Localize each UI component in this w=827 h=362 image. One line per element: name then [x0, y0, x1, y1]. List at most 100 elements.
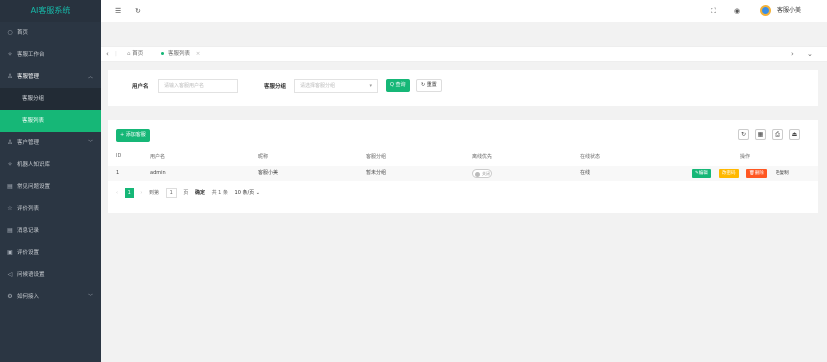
column-header-offline-priority: 离线优先 — [472, 154, 493, 160]
username-input[interactable]: 请输入客服用户名 — [158, 79, 238, 93]
edit-button[interactable]: ✎编辑 — [692, 169, 711, 178]
tab-home[interactable]: ⌂ 首页 — [127, 47, 143, 62]
sidebar-item-label: 消息记录 — [17, 228, 40, 234]
cell-username: admin — [150, 170, 166, 176]
page-size-select[interactable]: 10 条/页 ⌄ — [235, 188, 260, 198]
sidebar-submenu: 客服分组 客服列表 — [0, 88, 101, 132]
chevron-down-icon: ﹀ — [87, 294, 93, 300]
sidebar-item-workbench[interactable]: ✧ 客服工作台 — [0, 44, 101, 66]
print-icon[interactable]: ⎙ — [772, 129, 783, 140]
username-label: 用户名 — [132, 84, 149, 90]
sidebar-item-greeting-settings[interactable]: ◁ 问候语设置 — [0, 264, 101, 286]
change-password-button[interactable]: 改密码 — [719, 169, 739, 178]
table-panel: + 添加客服 ↻ ▦ ⎙ ⏏ ID 用户名 昵称 客服分组 离线优先 在线状态 … — [108, 120, 818, 213]
settings-icon: ▣ — [7, 249, 13, 256]
page-unit: 页 — [183, 190, 189, 196]
faq-icon: ▤ — [7, 183, 13, 190]
column-header-online-status: 在线状态 — [580, 154, 601, 160]
close-icon[interactable]: × — [196, 51, 201, 57]
theme-icon[interactable]: ◉ — [734, 0, 740, 22]
tabs-left-arrow-icon[interactable]: ‹ — [106, 47, 109, 62]
star-icon: ☆ — [7, 205, 13, 212]
tabs-right-arrow-icon[interactable]: › — [791, 47, 794, 62]
avatar[interactable] — [760, 5, 771, 16]
sidebar-item-home[interactable]: ○ 首页 — [0, 22, 101, 44]
sidebar-item-label: 客服管理 — [17, 74, 40, 80]
sidebar-item-agent-groups[interactable]: 客服分组 — [0, 88, 101, 110]
sidebar-item-label: 客服分组 — [22, 96, 45, 102]
sidebar-item-label: 评价列表 — [17, 206, 40, 212]
refresh-icon[interactable]: ↻ — [135, 0, 141, 22]
home-icon: ○ — [7, 29, 13, 36]
tabs-dropdown-icon[interactable]: ⌄ — [807, 47, 813, 62]
export-icon[interactable]: ⏏ — [789, 129, 800, 140]
cell-online-status: 在线 — [580, 170, 591, 176]
offline-priority-toggle[interactable]: 关闭 — [472, 169, 492, 178]
user-icon: ♙ — [7, 73, 13, 80]
gear-icon: ⚙ — [7, 293, 13, 300]
customer-icon: ♙ — [7, 139, 13, 146]
sidebar-item-label: 客服工作台 — [17, 52, 45, 58]
sidebar-item-how-to-integrate[interactable]: ⚙ 如何接入 ﹀ — [0, 286, 101, 308]
tab-agent-list-label: 客服列表 — [168, 51, 191, 57]
refresh-icon[interactable]: ↻ — [738, 129, 749, 140]
next-page-icon[interactable]: › — [140, 188, 142, 198]
search-panel: 用户名 请输入客服用户名 客服分组 请选择客服分组 ▾ Q 查询 ↻ 重置 — [108, 70, 818, 106]
query-button[interactable]: Q 查询 — [386, 79, 410, 92]
tab-divider: | — [115, 51, 117, 57]
group-select[interactable]: 请选择客服分组 ▾ — [294, 79, 378, 93]
table-row: 1 admin 客服小美 暂未分组 关闭 在线 ✎编辑 改密码 🗑删除 ⎘复制 — [108, 166, 818, 181]
tabs-bar: ‹ | ⌂ 首页 客服列表 × › ⌄ — [101, 46, 827, 62]
sidebar-item-knowledge-base[interactable]: ✧ 机器人知识库 — [0, 154, 101, 176]
page-number-current[interactable]: 1 — [124, 188, 134, 198]
page-input[interactable]: 1 — [165, 188, 177, 198]
sidebar-item-agent-list[interactable]: 客服列表 — [0, 110, 101, 132]
pagination: ‹ 1 › 到第 1 页 确定 共 1 条 10 条/页 ⌄ — [116, 188, 265, 198]
chevron-up-icon: ︿ — [87, 74, 93, 80]
robot-icon: ✧ — [7, 161, 13, 168]
menu-toggle-icon[interactable]: ☰ — [115, 0, 121, 22]
confirm-button[interactable]: 确定 — [195, 188, 205, 198]
goto-label: 到第 — [148, 190, 159, 196]
sidebar-item-message-records[interactable]: ▤ 消息记录 — [0, 220, 101, 242]
column-header-username: 用户名 — [150, 154, 166, 160]
sidebar-item-review-list[interactable]: ☆ 评价列表 — [0, 198, 101, 220]
copy-button[interactable]: ⎘复制 — [773, 169, 792, 178]
reset-button[interactable]: ↻ 重置 — [416, 79, 442, 92]
column-header-group: 客服分组 — [366, 154, 387, 160]
column-header-nickname: 昵称 — [258, 154, 269, 160]
sidebar-item-agent-management[interactable]: ♙ 客服管理 ︿ — [0, 66, 101, 88]
add-agent-button[interactable]: + 添加客服 — [116, 129, 150, 142]
cell-nickname: 客服小美 — [258, 170, 279, 176]
prev-page-icon[interactable]: ‹ — [116, 188, 118, 198]
user-name[interactable]: 客服小美 — [777, 0, 801, 22]
sidebar: AI客服系统 ○ 首页 ✧ 客服工作台 ♙ 客服管理 ︿ 客服分组 客服列表 ♙ 客户管… — [0, 0, 101, 362]
send-icon: ◁ — [7, 271, 13, 278]
column-header-actions: 操作 — [740, 154, 751, 160]
sidebar-item-label: 机器人知识库 — [17, 162, 51, 168]
sidebar-item-label: 如何接入 — [17, 294, 40, 300]
sidebar-item-label: 首页 — [17, 30, 29, 36]
active-dot-icon — [161, 52, 164, 55]
top-header: ☰ ↻ ⛶ ◉ 客服小美 — [101, 0, 827, 22]
chevron-down-icon: ﹀ — [87, 140, 93, 146]
columns-icon[interactable]: ▦ — [755, 129, 766, 140]
sidebar-item-faq-settings[interactable]: ▤ 常见问题设置 — [0, 176, 101, 198]
total-count: 共 1 条 — [211, 190, 228, 196]
sidebar-item-review-settings[interactable]: ▣ 评价设置 — [0, 242, 101, 264]
workbench-icon: ✧ — [7, 51, 13, 58]
group-select-placeholder: 请选择客服分组 — [300, 83, 336, 89]
column-header-id: ID — [116, 153, 122, 159]
sidebar-item-customer-management[interactable]: ♙ 客户管理 ﹀ — [0, 132, 101, 154]
tab-agent-list[interactable]: 客服列表 × — [161, 47, 200, 62]
sidebar-item-label: 常见问题设置 — [17, 184, 51, 190]
cell-group: 暂未分组 — [366, 170, 387, 176]
fullscreen-icon[interactable]: ⛶ — [711, 0, 716, 22]
sidebar-item-label: 问候语设置 — [17, 272, 45, 278]
delete-button[interactable]: 🗑删除 — [746, 169, 767, 178]
app-logo: AI客服系统 — [0, 0, 101, 22]
group-label: 客服分组 — [264, 84, 287, 90]
cell-id: 1 — [116, 170, 120, 176]
sidebar-item-label: 客服列表 — [22, 118, 45, 124]
chevron-down-icon: ▾ — [369, 83, 372, 89]
